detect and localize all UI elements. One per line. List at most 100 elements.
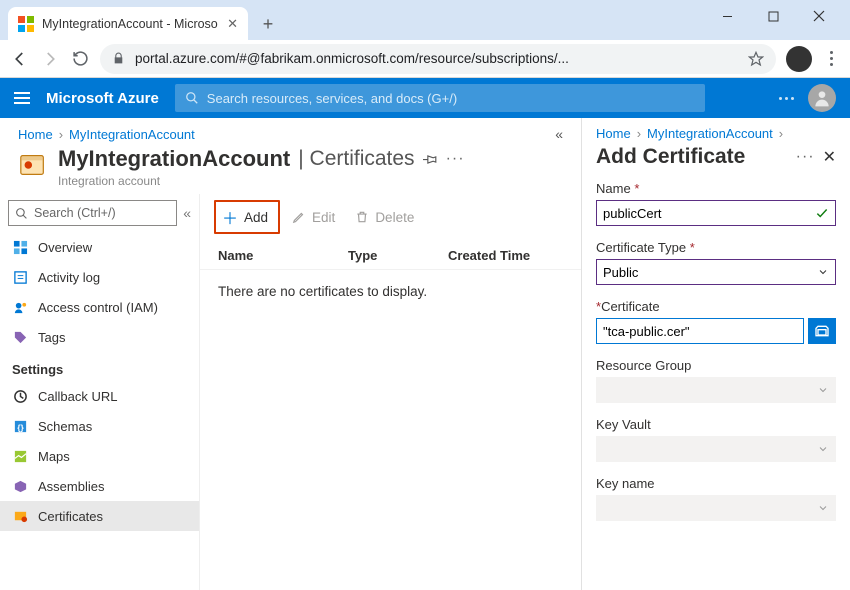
breadcrumb-resource[interactable]: MyIntegrationAccount: [69, 127, 195, 142]
cert-file-input[interactable]: "tca-public.cer": [596, 318, 804, 344]
field-cert-type: Certificate Type * Public: [596, 240, 836, 285]
resource-sidebar: Search (Ctrl+/) « Overview Activity log: [0, 194, 200, 590]
minimize-button[interactable]: [704, 0, 750, 32]
type-select[interactable]: Public: [596, 259, 836, 285]
address-bar[interactable]: portal.azure.com/#@fabrikam.onmicrosoft.…: [100, 44, 776, 74]
portal-menu-button[interactable]: [14, 92, 30, 104]
assemblies-icon: [12, 478, 28, 494]
new-tab-button[interactable]: +: [254, 10, 282, 38]
chevron-right-icon: ›: [779, 126, 783, 141]
plus-icon: ＋: [222, 205, 238, 229]
col-name[interactable]: Name: [218, 248, 348, 263]
field-key-vault: Key Vault: [596, 417, 836, 462]
sidebar-item-activity-log[interactable]: Activity log: [0, 262, 199, 292]
chevron-down-icon: [817, 266, 829, 278]
page-title: MyIntegrationAccount: [58, 146, 290, 172]
back-button[interactable]: [10, 49, 30, 69]
sidebar-item-maps[interactable]: Maps: [0, 441, 199, 471]
chevron-down-icon: [817, 443, 829, 455]
header-more-button[interactable]: [779, 97, 794, 100]
pin-icon[interactable]: [423, 152, 438, 167]
panel-breadcrumb: Home › MyIntegrationAccount ›: [582, 118, 850, 141]
commands-toolbar: ＋ Add Edit Delete: [200, 194, 581, 242]
browser-toolbar: portal.azure.com/#@fabrikam.onmicrosoft.…: [0, 40, 850, 78]
sidebar-item-label: Certificates: [38, 509, 103, 524]
sidebar-item-tags[interactable]: Tags: [0, 322, 199, 352]
azure-favicon: [18, 16, 34, 32]
star-icon[interactable]: [748, 51, 764, 67]
delete-label: Delete: [375, 210, 414, 225]
portal-search[interactable]: Search resources, services, and docs (G+…: [175, 84, 705, 112]
svg-text:{}: {}: [17, 422, 24, 432]
browser-menu-button[interactable]: [822, 51, 840, 66]
browser-tab-strip: MyIntegrationAccount - Microso ✕ +: [0, 0, 850, 40]
chevron-down-icon: [817, 384, 829, 396]
sidebar-search-placeholder: Search (Ctrl+/): [34, 206, 116, 220]
window-controls: [704, 0, 842, 32]
sidebar-item-label: Maps: [38, 449, 70, 464]
maps-icon: [12, 448, 28, 464]
chevron-down-icon: [817, 502, 829, 514]
maximize-button[interactable]: [750, 0, 796, 32]
tab-title: MyIntegrationAccount - Microso: [42, 17, 219, 31]
col-created[interactable]: Created Time: [448, 248, 530, 263]
add-button[interactable]: ＋ Add: [214, 200, 280, 234]
breadcrumb-home[interactable]: Home: [18, 127, 53, 142]
check-icon: [815, 206, 829, 220]
azure-brand[interactable]: Microsoft Azure: [46, 90, 159, 107]
profile-avatar[interactable]: [786, 46, 812, 72]
sidebar-item-iam[interactable]: Access control (IAM): [0, 292, 199, 322]
type-label: Certificate Type *: [596, 240, 836, 255]
account-avatar[interactable]: [808, 84, 836, 112]
sidebar-item-label: Schemas: [38, 419, 92, 434]
delete-button[interactable]: Delete: [347, 206, 422, 229]
kn-select[interactable]: [596, 495, 836, 521]
close-window-button[interactable]: [796, 0, 842, 32]
field-name: Name * publicCert: [596, 181, 836, 226]
sidebar-item-callback-url[interactable]: Callback URL: [0, 381, 199, 411]
col-type[interactable]: Type: [348, 248, 448, 263]
page-header: MyIntegrationAccount | Certificates ··· …: [0, 142, 581, 194]
certificates-main: ＋ Add Edit Delete Name Type Created: [200, 194, 581, 590]
sidebar-item-label: Tags: [38, 330, 65, 345]
sidebar-search[interactable]: Search (Ctrl+/): [8, 200, 177, 226]
search-icon: [185, 91, 199, 105]
callback-icon: [12, 388, 28, 404]
lock-icon: [112, 52, 125, 65]
reload-button[interactable]: [70, 49, 90, 69]
name-input[interactable]: publicCert: [596, 200, 836, 226]
trash-icon: [355, 210, 369, 224]
collapse-breadcrumb-icon[interactable]: «: [555, 126, 563, 142]
panel-bc-home[interactable]: Home: [596, 126, 631, 141]
field-key-name: Key name: [596, 476, 836, 521]
edit-button[interactable]: Edit: [284, 206, 343, 229]
close-panel-button[interactable]: ✕: [823, 147, 836, 167]
search-placeholder: Search resources, services, and docs (G+…: [207, 91, 457, 106]
collapse-sidebar-icon[interactable]: «: [183, 205, 191, 221]
breadcrumb: Home › MyIntegrationAccount «: [0, 118, 581, 142]
more-icon[interactable]: ···: [446, 150, 465, 168]
sidebar-item-label: Assemblies: [38, 479, 104, 494]
pencil-icon: [292, 210, 306, 224]
overview-icon: [12, 239, 28, 255]
edit-label: Edit: [312, 210, 335, 225]
sidebar-item-overview[interactable]: Overview: [0, 232, 199, 262]
browse-file-button[interactable]: [808, 318, 836, 344]
add-label: Add: [244, 210, 268, 225]
tags-icon: [12, 329, 28, 345]
cert-label: *Certificate: [596, 299, 836, 314]
panel-more-icon[interactable]: ···: [796, 148, 815, 166]
kv-select[interactable]: [596, 436, 836, 462]
sidebar-item-schemas[interactable]: {} Schemas: [0, 411, 199, 441]
sidebar-item-assemblies[interactable]: Assemblies: [0, 471, 199, 501]
page-section: | Certificates: [298, 147, 414, 171]
close-tab-icon[interactable]: ✕: [227, 16, 238, 32]
panel-bc-resource[interactable]: MyIntegrationAccount: [647, 126, 773, 141]
azure-header: Microsoft Azure Search resources, servic…: [0, 78, 850, 118]
url-text: portal.azure.com/#@fabrikam.onmicrosoft.…: [135, 51, 738, 66]
browser-tab[interactable]: MyIntegrationAccount - Microso ✕: [8, 7, 248, 40]
rg-select[interactable]: [596, 377, 836, 403]
sidebar-item-certificates[interactable]: Certificates: [0, 501, 199, 531]
chevron-right-icon: ›: [637, 126, 641, 141]
forward-button[interactable]: [40, 49, 60, 69]
